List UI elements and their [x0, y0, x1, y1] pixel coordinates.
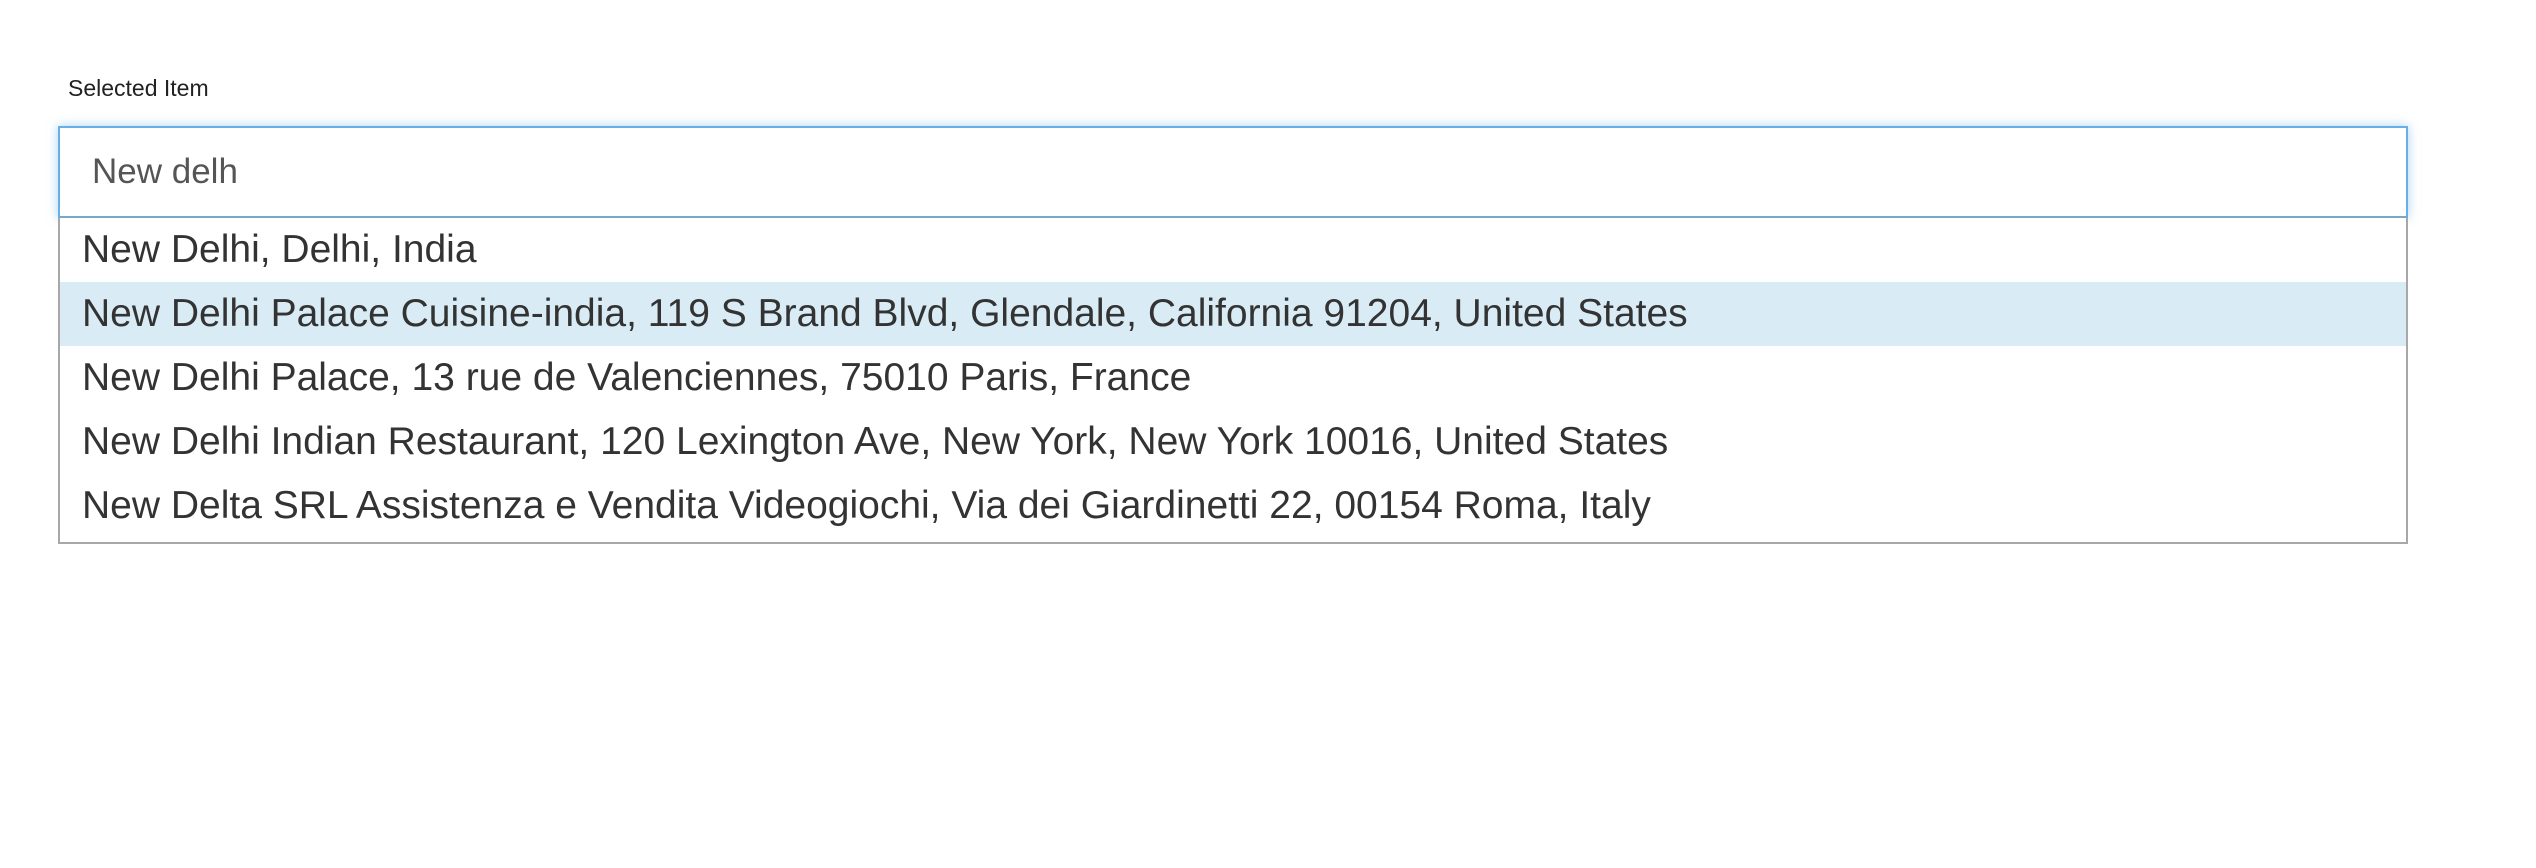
- suggestion-item-highlighted[interactable]: New Delhi Palace Cuisine-india, 119 S Br…: [60, 282, 2406, 346]
- selected-item-label: Selected Item: [68, 75, 209, 101]
- autocomplete-search-input[interactable]: [58, 126, 2408, 218]
- suggestion-item[interactable]: New Delhi Indian Restaurant, 120 Lexingt…: [60, 410, 2406, 474]
- suggestion-item[interactable]: New Delhi, Delhi, India: [60, 218, 2406, 282]
- suggestion-item[interactable]: New Delhi Palace, 13 rue de Valenciennes…: [60, 346, 2406, 410]
- suggestion-item[interactable]: New Delta SRL Assistenza e Vendita Video…: [60, 474, 2406, 538]
- suggestions-dropdown: New Delhi, Delhi, India New Delhi Palace…: [58, 218, 2408, 544]
